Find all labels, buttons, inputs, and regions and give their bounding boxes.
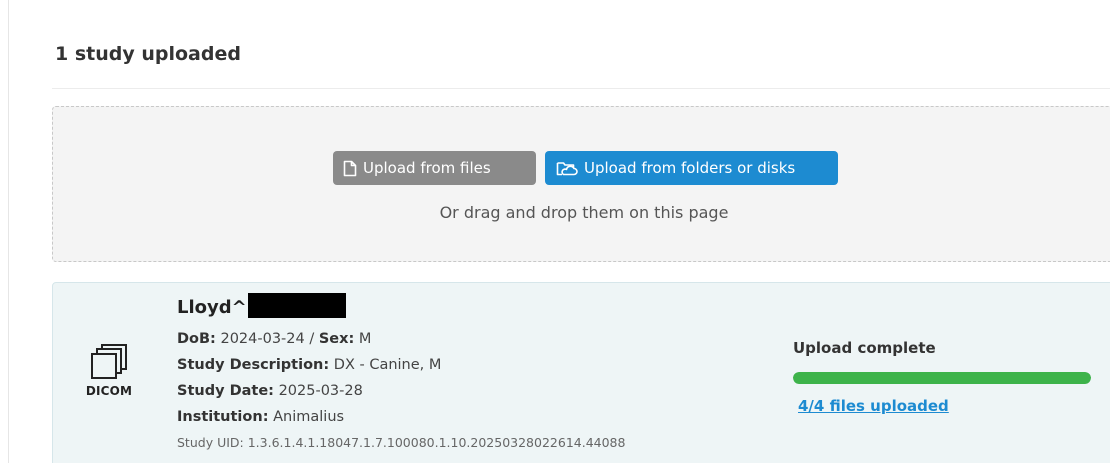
upload-from-folders-label: Upload from folders or disks — [584, 159, 796, 177]
patient-name-row: Lloyd^ — [177, 292, 346, 320]
study-uid-value: 1.3.6.1.4.1.18047.1.7.100080.1.10.202503… — [247, 435, 626, 450]
folder-cloud-icon — [556, 160, 578, 177]
sex-value: M — [358, 331, 372, 347]
upload-from-files-label: Upload from files — [363, 159, 491, 177]
upload-page: 1 study uploaded Upload from files Uploa… — [0, 0, 1110, 463]
page-title: 1 study uploaded — [55, 43, 241, 65]
dicom-icon-label: DICOM — [85, 384, 133, 398]
study-description-label: Study Description: — [177, 357, 330, 373]
upload-from-files-button[interactable]: Upload from files — [333, 151, 536, 185]
study-date-line: Study Date: 2025-03-28 — [177, 383, 363, 399]
study-description-line: Study Description: DX - Canine, M — [177, 357, 441, 373]
institution-label: Institution: — [177, 409, 269, 425]
study-uid-line: Study UID: 1.3.6.1.4.1.18047.1.7.100080.… — [177, 435, 625, 450]
upload-progress-bar — [793, 372, 1091, 384]
patient-name-redaction — [247, 292, 346, 318]
dicom-stack-icon: DICOM — [83, 343, 135, 407]
sex-label: Sex: — [318, 331, 355, 347]
upload-from-folders-button[interactable]: Upload from folders or disks — [545, 151, 838, 185]
patient-name: Lloyd^ — [177, 296, 247, 318]
dob-sex-separator: / — [309, 331, 315, 347]
study-uid-label: Study UID: — [177, 435, 244, 450]
dob-value: 2024-03-24 — [220, 331, 305, 347]
study-card: DICOM Lloyd^ DoB: 2024-03-24 / Sex: M St… — [52, 282, 1110, 463]
file-icon — [343, 160, 357, 177]
dob-sex-line: DoB: 2024-03-24 / Sex: M — [177, 331, 371, 347]
drop-zone[interactable]: Upload from files Upload from folders or… — [52, 106, 1110, 262]
institution-line: Institution: Animalius — [177, 409, 344, 425]
study-date-value: 2025-03-28 — [278, 383, 363, 399]
study-date-label: Study Date: — [177, 383, 274, 399]
files-uploaded-link[interactable]: 4/4 files uploaded — [798, 397, 949, 415]
title-divider — [52, 88, 1110, 89]
left-divider — [8, 0, 9, 463]
upload-progress-fill — [793, 372, 1091, 384]
drag-drop-hint: Or drag and drop them on this page — [439, 203, 729, 222]
study-description-value: DX - Canine, M — [333, 357, 442, 373]
dob-label: DoB: — [177, 331, 216, 347]
upload-status: Upload complete — [793, 339, 936, 357]
institution-value: Animalius — [273, 409, 345, 425]
